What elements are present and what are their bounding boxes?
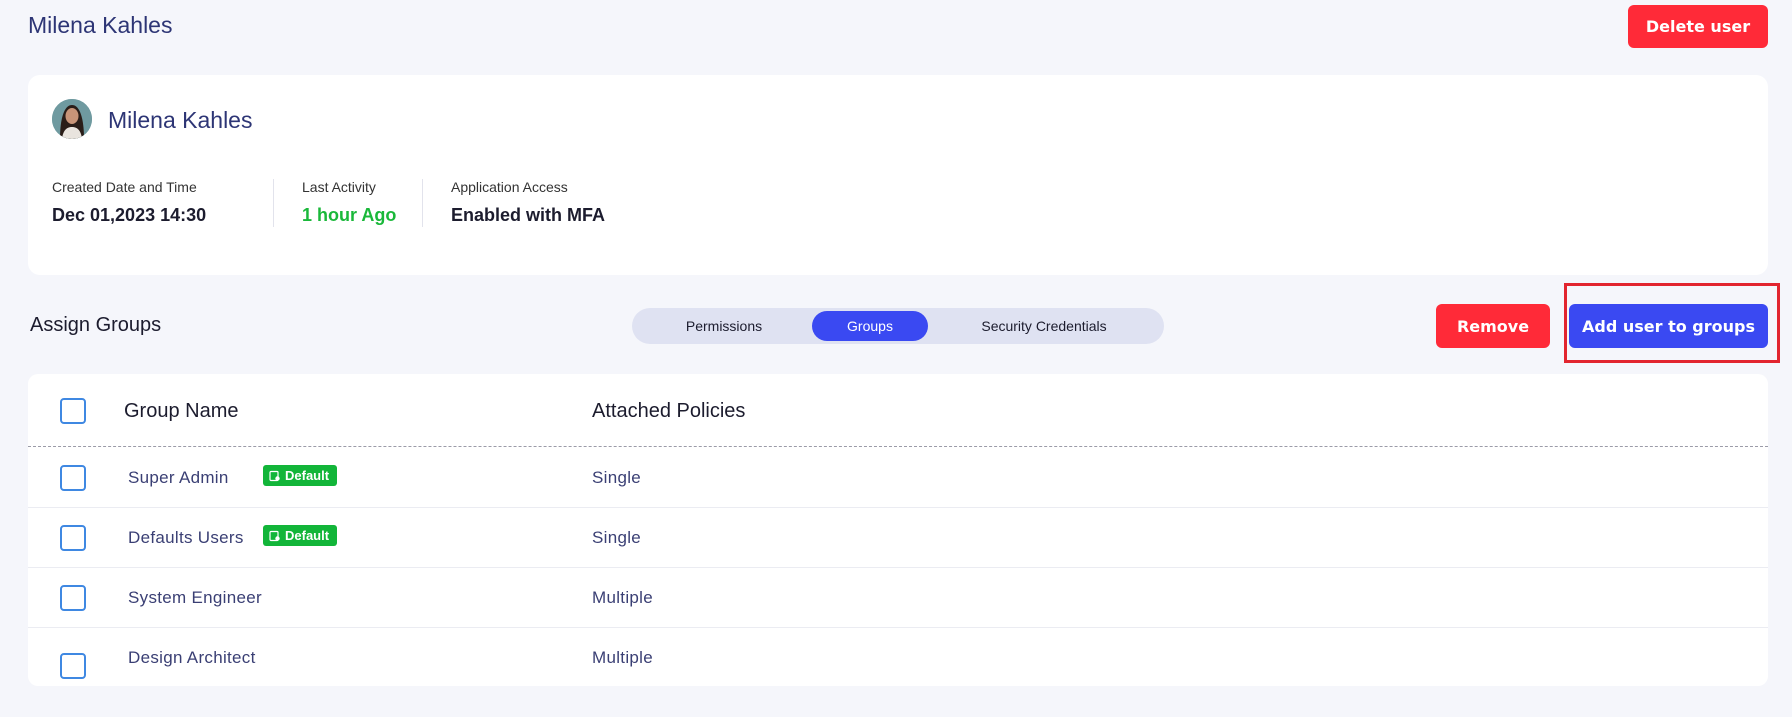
default-badge: Default xyxy=(263,525,338,546)
table-row[interactable]: Defaults Users Default Single xyxy=(28,508,1768,568)
add-user-to-groups-button[interactable]: Add user to groups xyxy=(1569,304,1768,348)
select-all-checkbox[interactable] xyxy=(60,398,86,424)
groups-table: Group Name Attached Policies Super Admin… xyxy=(28,374,1768,686)
activity-value: 1 hour Ago xyxy=(302,205,397,225)
access-stat: Application Access Enabled with MFA xyxy=(422,179,605,227)
access-value: Enabled with MFA xyxy=(451,205,606,225)
created-value: Dec 01,2023 14:30 xyxy=(52,205,207,225)
row-checkbox[interactable] xyxy=(60,653,86,679)
table-row[interactable]: Design Architect Multiple xyxy=(28,628,1768,686)
tab-groups[interactable]: Groups xyxy=(812,311,928,341)
row-checkbox[interactable] xyxy=(60,525,86,551)
table-row[interactable]: Super Admin Default Single xyxy=(28,448,1768,508)
profile-card: Milena Kahles Created Date and Time Dec … xyxy=(28,75,1768,275)
group-name: Defaults Users xyxy=(128,528,244,547)
default-badge: Default xyxy=(263,465,338,486)
attached-policies: Multiple xyxy=(592,588,653,607)
group-badge-icon xyxy=(269,530,280,541)
default-badge-label: Default xyxy=(285,528,330,543)
table-header: Group Name Attached Policies xyxy=(28,374,1768,447)
activity-stat: Last Activity 1 hour Ago xyxy=(273,179,396,227)
default-badge-label: Default xyxy=(285,468,330,483)
access-label: Application Access xyxy=(451,179,568,195)
group-badge-icon xyxy=(269,470,280,481)
attached-policies: Single xyxy=(592,528,642,547)
attached-policies: Multiple xyxy=(592,648,653,667)
group-name: Design Architect xyxy=(128,648,256,667)
table-row[interactable]: System Engineer Multiple xyxy=(28,568,1768,628)
section-title: Assign Groups xyxy=(30,314,162,336)
row-checkbox[interactable] xyxy=(60,585,86,611)
avatar xyxy=(52,99,92,139)
created-label: Created Date and Time xyxy=(52,179,197,195)
group-name: Super Admin xyxy=(128,468,229,487)
profile-name: Milena Kahles xyxy=(108,107,253,133)
column-header-attached-policies: Attached Policies xyxy=(592,400,746,422)
tab-bar: Permissions Groups Security Credentials xyxy=(632,308,1164,344)
tab-permissions[interactable]: Permissions xyxy=(636,311,812,341)
remove-button[interactable]: Remove xyxy=(1436,304,1550,348)
row-checkbox[interactable] xyxy=(60,465,86,491)
group-name: System Engineer xyxy=(128,588,262,607)
column-header-group-name: Group Name xyxy=(124,400,239,422)
tab-security-credentials[interactable]: Security Credentials xyxy=(928,311,1160,341)
activity-label: Last Activity xyxy=(302,179,376,195)
attached-policies: Single xyxy=(592,468,642,487)
created-stat: Created Date and Time Dec 01,2023 14:30 xyxy=(52,179,206,226)
delete-user-button[interactable]: Delete user xyxy=(1628,5,1768,48)
page-title: Milena Kahles xyxy=(28,12,173,38)
